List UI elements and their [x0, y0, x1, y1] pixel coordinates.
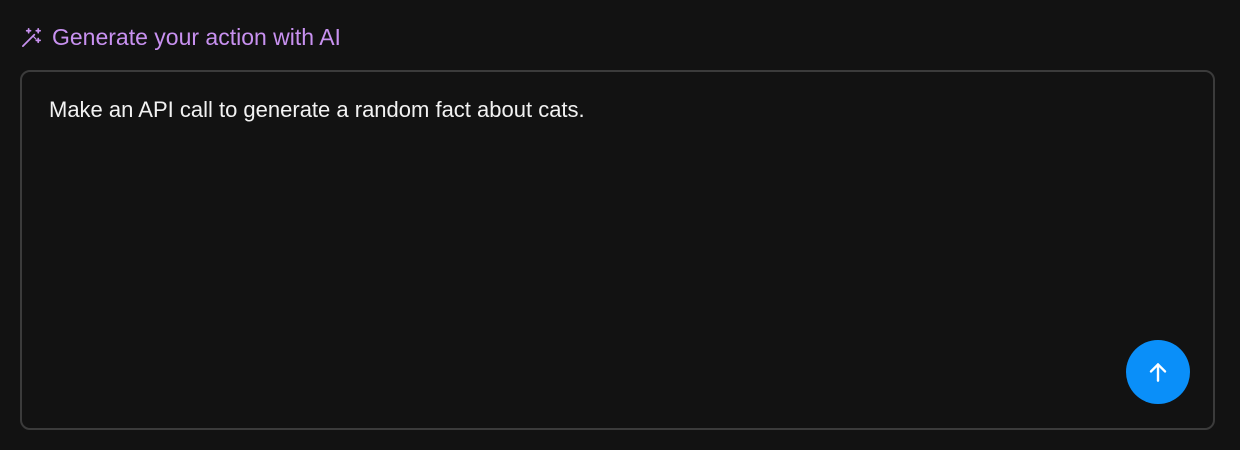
prompt-container	[20, 70, 1215, 430]
magic-wand-icon	[20, 26, 43, 49]
section-heading: Generate your action with AI	[20, 22, 341, 52]
prompt-input[interactable]	[49, 94, 1133, 358]
section-title: Generate your action with AI	[52, 24, 341, 50]
send-button[interactable]	[1126, 340, 1190, 404]
ai-action-generator: Generate your action with AI	[0, 0, 1240, 450]
arrow-up-icon	[1149, 363, 1167, 382]
